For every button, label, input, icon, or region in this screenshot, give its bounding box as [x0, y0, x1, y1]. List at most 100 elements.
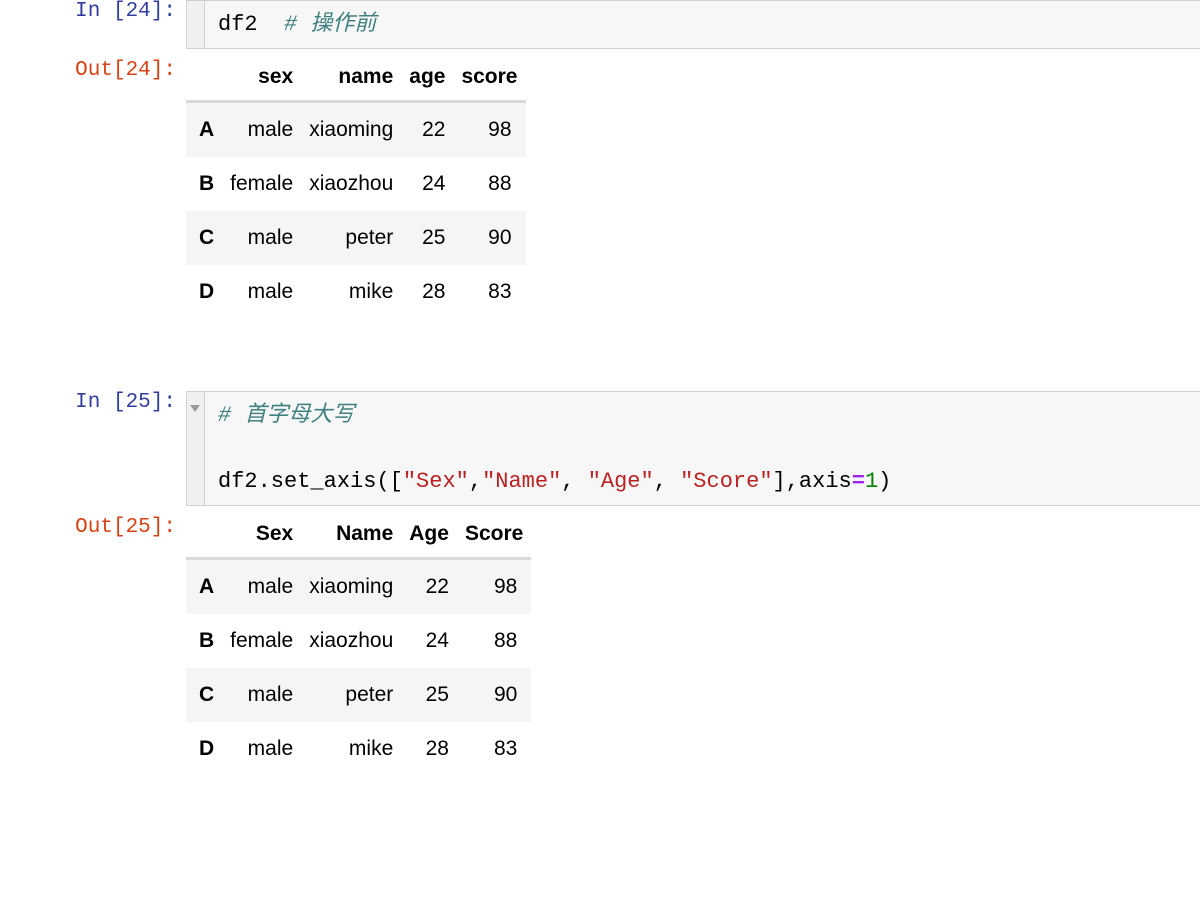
table-header-row: Sex Name Age Score: [186, 516, 532, 559]
output-content: sex name age score Amale xiaoming 22 98 Bfemale x…: [186, 59, 1200, 319]
table-row: Bfemale xiaozhou 24 88: [186, 614, 532, 668]
table-index-header: [186, 59, 223, 102]
code-line: # 首字母大写: [218, 399, 1200, 432]
code-editor[interactable]: df2 # 操作前: [205, 1, 1200, 48]
table-cell: 24: [422, 172, 446, 195]
table-cell: peter: [345, 226, 394, 249]
table-column-header: name: [301, 59, 402, 102]
code-token-string: "Score": [680, 469, 773, 494]
table-cell: 28: [425, 737, 449, 760]
code-cell-output: Out[24]: sex name age score Amale xiaoming 22 9…: [0, 59, 1200, 319]
table-column-header: Sex: [222, 516, 302, 559]
table-column-header: Name: [301, 516, 402, 559]
table-cell: xiaoming: [301, 557, 402, 614]
code-token-string: "Name": [482, 469, 562, 494]
code-token-string: "Age": [587, 469, 654, 494]
cell-collapser[interactable]: [187, 1, 205, 48]
code-token-plain: df2: [218, 12, 258, 37]
table-cell: 28: [422, 280, 446, 303]
code-token-plain: ,: [561, 469, 588, 494]
table-row-index: A: [186, 100, 223, 157]
table-row: Cmale peter 25 90: [186, 211, 526, 265]
table-row: Bfemale xiaozhou 24 88: [186, 157, 526, 211]
table-cell: male: [222, 557, 302, 614]
input-prompt-label: In [25]:: [75, 391, 176, 414]
code-token-plain: df2.set_axis([: [218, 469, 403, 494]
table-column-header: Age: [401, 516, 457, 559]
table-row: Amale xiaoming 22 98: [186, 557, 532, 614]
table-row-index: C: [199, 683, 215, 706]
table-cell: xiaoming: [301, 100, 402, 157]
table-cell: 22: [401, 557, 457, 614]
table-cell: male: [247, 737, 294, 760]
table-cell: mike: [348, 737, 394, 760]
output-prompt-label: Out[24]:: [75, 59, 176, 82]
dataframe-table: sex name age score Amale xiaoming 22 98 Bfemale x…: [186, 59, 526, 319]
table-cell: 25: [425, 683, 449, 706]
table-cell: 98: [453, 100, 526, 157]
table-cell: female: [230, 629, 294, 652]
table-cell: 90: [493, 683, 518, 706]
table-row-index: D: [199, 737, 215, 760]
code-token-comment: # 首字母大写: [218, 403, 355, 428]
table-row: Dmale mike 28 83: [186, 722, 532, 776]
table-cell: mike: [348, 280, 394, 303]
table-cell: male: [222, 100, 302, 157]
table-row-index: A: [186, 557, 223, 614]
code-token-op: =: [851, 469, 865, 494]
code-token-comment: # 操作前: [284, 12, 377, 37]
input-prompt-label: In [24]:: [75, 0, 176, 23]
code-token-plain: ,: [468, 469, 483, 494]
collapse-triangle-icon[interactable]: [190, 405, 200, 412]
table-row: Dmale mike 28 83: [186, 265, 526, 319]
cell-collapser[interactable]: [187, 392, 205, 505]
table-row-index: C: [199, 226, 215, 249]
table-cell: male: [247, 280, 294, 303]
table-index-header: [186, 516, 223, 559]
code-token-plain: ): [878, 469, 892, 494]
code-editor[interactable]: # 首字母大写 df2.set_axis(["Sex","Name", "Age…: [205, 392, 1200, 505]
table-row: Amale xiaoming 22 98: [186, 100, 526, 157]
code-token-num: 1: [864, 469, 879, 494]
code-line: df2.set_axis(["Sex","Name", "Age", "Scor…: [218, 465, 1200, 498]
notebook-container: In [24]: df2 # 操作前 Out[24]: sex name age scor…: [0, 0, 1200, 776]
table-cell: 88: [493, 629, 518, 652]
table-column-header: Score: [456, 516, 532, 559]
table-cell: 83: [488, 280, 512, 303]
table-column-header: score: [453, 59, 526, 102]
table-row-index: D: [199, 280, 215, 303]
table-cell: peter: [345, 683, 394, 706]
code-token-plain: ,: [653, 469, 681, 494]
table-cell: 98: [456, 557, 532, 614]
table-cell: 88: [488, 172, 512, 195]
table-cell: 25: [422, 226, 446, 249]
code-cell-output: Out[25]: Sex Name Age Score Amale xiaoming 22 9…: [0, 516, 1200, 776]
table-cell: xiaozhou: [309, 172, 394, 195]
code-token-plain: ],axis: [772, 469, 852, 494]
table-column-header: age: [401, 59, 454, 102]
output-content: Sex Name Age Score Amale xiaoming 22 98 Bfemale x…: [186, 516, 1200, 776]
table-cell: xiaozhou: [309, 629, 394, 652]
table-column-header: sex: [222, 59, 302, 102]
table-cell: 24: [425, 629, 449, 652]
table-header-row: sex name age score: [186, 59, 526, 102]
table-row-index: B: [199, 629, 215, 652]
table-row-index: B: [199, 172, 215, 195]
code-input-area[interactable]: df2 # 操作前: [186, 0, 1200, 49]
table-cell: 22: [401, 100, 454, 157]
table-cell: male: [247, 226, 294, 249]
table-cell: 90: [488, 226, 512, 249]
output-prompt-label: Out[25]:: [75, 516, 176, 539]
table-cell: female: [230, 172, 294, 195]
dataframe-table: Sex Name Age Score Amale xiaoming 22 98 Bfemale x…: [186, 516, 532, 776]
table-cell: male: [247, 683, 294, 706]
code-cell-input: In [24]: df2 # 操作前: [0, 0, 1200, 49]
code-line: df2 # 操作前: [218, 8, 1200, 41]
code-token-string: "Sex": [402, 469, 469, 494]
code-input-area[interactable]: # 首字母大写 df2.set_axis(["Sex","Name", "Age…: [186, 391, 1200, 506]
